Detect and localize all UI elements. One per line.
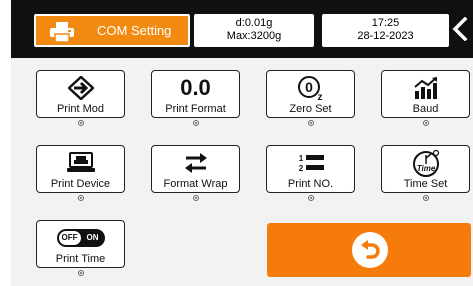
format-wrap-button[interactable]: Format Wrap (151, 145, 240, 193)
format-wrap-icon (152, 151, 239, 175)
print-number-icon: 1 2 (267, 151, 354, 175)
max-capacity-text: Max:3200g (226, 30, 282, 42)
print-number-button[interactable]: 1 2 Print NO. (266, 145, 355, 193)
format-wrap-label: Format Wrap (163, 178, 228, 190)
pin-indicator (308, 120, 314, 126)
pin-indicator (423, 195, 429, 201)
print-number-label: Print NO. (287, 178, 334, 190)
print-format-icon-text: 0.0 (180, 75, 211, 100)
print-format-label: Print Format (165, 103, 226, 115)
zero-set-label: Zero Set (289, 103, 332, 115)
print-device-button[interactable]: Print Device (36, 145, 125, 193)
pin-indicator (78, 195, 84, 201)
print-time-button[interactable]: OFF ON Print Time (36, 220, 125, 268)
zero-set-button[interactable]: 0 z Zero Set (266, 70, 355, 118)
date-text: 28-12-2023 (357, 30, 414, 42)
pin-indicator (78, 120, 84, 126)
print-time-toggle-icon: OFF ON (37, 226, 124, 250)
time-icon-text: Time (416, 164, 435, 173)
toggle-off-text: OFF (58, 231, 81, 245)
print-mode-button[interactable]: Print Mod (36, 70, 125, 118)
pin-indicator (308, 195, 314, 201)
svg-text:z: z (317, 92, 322, 101)
title-badge: COM Setting (34, 14, 190, 47)
svg-text:2: 2 (298, 164, 303, 173)
svg-text:0: 0 (305, 79, 313, 95)
print-device-icon (37, 151, 124, 175)
time-set-label: Time Set (403, 178, 448, 190)
print-device-label: Print Device (50, 178, 111, 190)
division-text: d:0.01g (235, 17, 273, 29)
return-icon (352, 232, 388, 268)
page-title: COM Setting (97, 23, 172, 38)
print-format-button[interactable]: 0.0 Print Format (151, 70, 240, 118)
header-bar: COM Setting d:0.01g Max:3200g 17:25 28-1… (11, 0, 473, 58)
toggle-on-text: ON (86, 233, 99, 242)
return-button[interactable] (267, 223, 471, 277)
pin-indicator (193, 120, 199, 126)
header-back-icon[interactable] (452, 17, 468, 41)
weight-info: d:0.01g Max:3200g (194, 14, 314, 47)
time-text: 17:25 (371, 17, 400, 29)
print-mode-icon (37, 76, 124, 100)
svg-text:1: 1 (298, 154, 303, 163)
print-format-icon: 0.0 (152, 75, 239, 100)
printer-icon (50, 22, 74, 42)
time-set-button[interactable]: Time Time Set (381, 145, 470, 193)
zero-set-icon: 0 z (267, 76, 354, 101)
pin-indicator (423, 120, 429, 126)
pin-indicator (193, 195, 199, 201)
com-setting-screen: COM Setting d:0.01g Max:3200g 17:25 28-1… (11, 0, 473, 286)
time-set-icon: Time (382, 149, 469, 177)
print-time-label: Print Time (55, 253, 106, 265)
left-edge (0, 0, 11, 286)
print-mode-label: Print Mod (56, 103, 105, 115)
datetime-info: 17:25 28-12-2023 (322, 14, 449, 47)
pin-indicator (78, 270, 84, 276)
baud-label: Baud (412, 103, 439, 115)
settings-grid: Print Mod 0.0 Print Format 0 z Zero Set (11, 58, 473, 286)
baud-icon (382, 76, 469, 100)
baud-button[interactable]: Baud (381, 70, 470, 118)
